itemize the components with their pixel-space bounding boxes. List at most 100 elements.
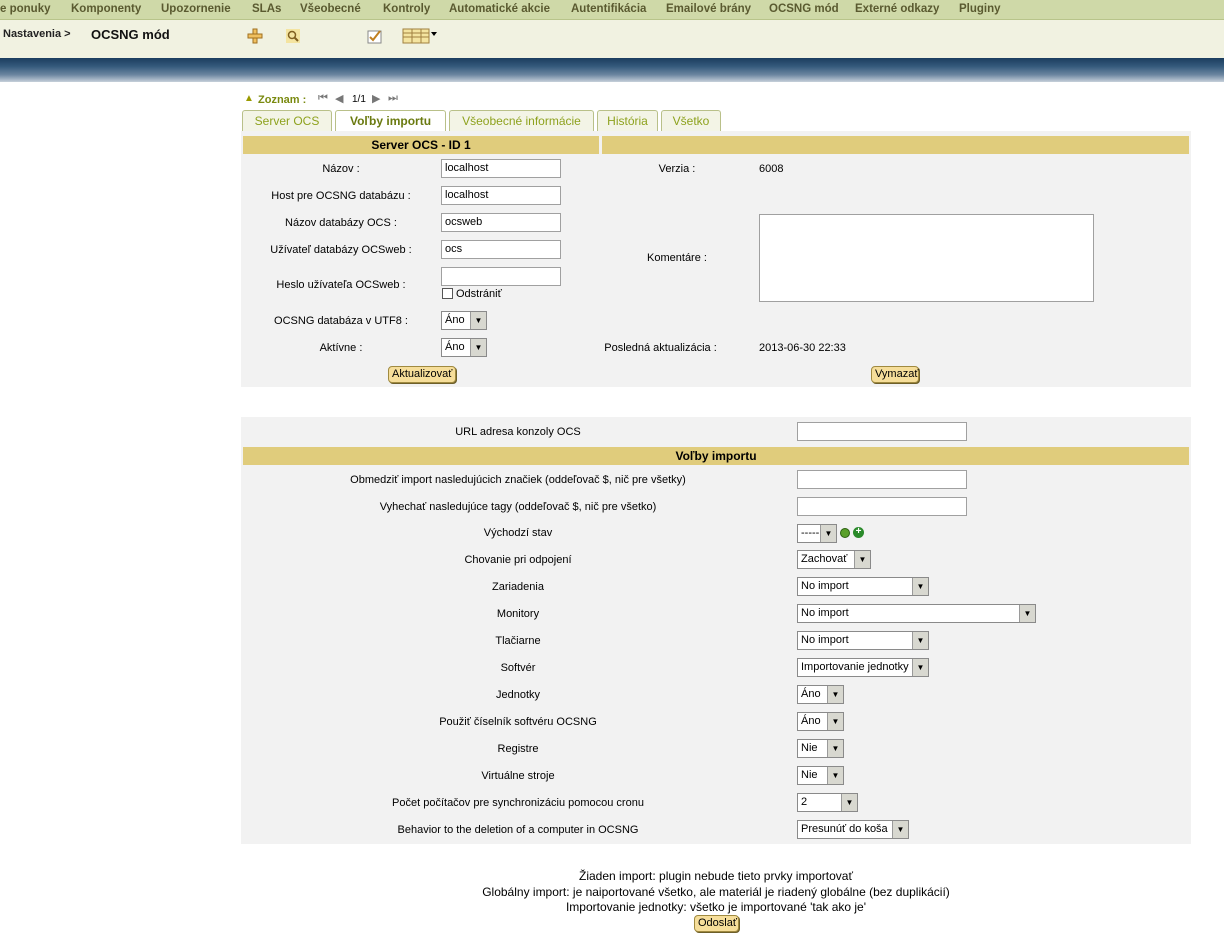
previous-page-icon[interactable]: ◀ — [335, 92, 343, 105]
menu-item-upozornenie[interactable]: Upozornenie — [161, 3, 231, 15]
display-columns-icon[interactable] — [402, 27, 438, 45]
tab-vseobecne-informacie[interactable]: Všeobecné informácie — [449, 110, 594, 131]
add-icon[interactable] — [246, 27, 264, 45]
registry-value: Nie — [801, 742, 818, 754]
menu-item-ocsng-mod[interactable]: OCSNG mód — [769, 3, 839, 15]
search-icon[interactable] — [284, 27, 302, 45]
disconnect-value: Zachovať — [801, 553, 848, 565]
deletion-select[interactable]: Presunúť do koša ▼ — [797, 820, 909, 839]
name-input[interactable]: localhost — [441, 159, 561, 178]
first-page-icon[interactable]: ⏮ — [318, 92, 328, 105]
server-header: Server OCS - ID 1 — [243, 136, 599, 154]
dbname-input[interactable]: ocsweb — [441, 213, 561, 232]
add-icon[interactable]: + — [853, 527, 864, 538]
dbuser-input[interactable]: ocs — [441, 240, 561, 259]
host-label: Host pre OCSNG databázu : — [271, 190, 411, 202]
cron-select[interactable]: 2 ▼ — [797, 793, 858, 812]
cron-label: Počet počítačov pre synchronizáciu pomoc… — [392, 797, 644, 809]
checklist-icon[interactable] — [366, 27, 384, 45]
password-input[interactable] — [441, 267, 561, 286]
menu-item-ponuky[interactable]: e ponuky — [0, 3, 50, 15]
dropdown-arrow-icon: ▼ — [827, 686, 843, 703]
menu-item-automaticke-akcie[interactable]: Automatické akcie — [449, 3, 550, 15]
last-update-value: 2013-06-30 22:33 — [759, 342, 846, 354]
submit-button[interactable]: Odoslať — [694, 915, 739, 932]
monitors-label: Monitory — [496, 608, 540, 620]
software-select[interactable]: Importovanie jednotky ▼ — [797, 658, 929, 677]
active-label: Aktívne : — [319, 342, 363, 354]
dropdown-arrow-icon: ▼ — [827, 740, 843, 757]
utf8-label: OCSNG databáza v UTF8 : — [274, 315, 408, 327]
breadcrumb[interactable]: Nastavenia > — [3, 28, 71, 40]
tags-limit-input[interactable] — [797, 470, 967, 489]
search-icon[interactable] — [840, 528, 850, 538]
version-label: Verzia : — [658, 163, 696, 175]
dropdown-arrow-icon: ▼ — [470, 339, 486, 356]
tab-volby-importu[interactable]: Voľby importu — [335, 110, 446, 131]
last-page-icon[interactable]: ⏭ — [388, 92, 398, 105]
devices-select[interactable]: No import ▼ — [797, 577, 929, 596]
dictionary-label: Použiť číselník softvéru OCSNG — [439, 716, 597, 728]
page-count: 1/1 — [352, 94, 366, 105]
menu-item-autentifikacia[interactable]: Autentifikácia — [571, 3, 646, 15]
menu-item-komponenty[interactable]: Komponenty — [71, 3, 141, 15]
up-arrow-icon[interactable]: ▲ — [244, 93, 254, 104]
registry-label: Registre — [497, 743, 539, 755]
name-label: Názov : — [322, 163, 360, 175]
printers-value: No import — [801, 634, 849, 646]
utf8-select[interactable]: Áno ▼ — [441, 311, 487, 330]
dictionary-select[interactable]: Áno ▼ — [797, 712, 844, 731]
monitors-value: No import — [801, 607, 849, 619]
software-label: Softvér — [500, 662, 536, 674]
tags-exclude-label: Vyhechať nasledujúce tagy (oddeľovač $, … — [379, 501, 657, 513]
dictionary-value: Áno — [801, 715, 821, 727]
printers-select[interactable]: No import ▼ — [797, 631, 929, 650]
default-state-label: Východzí stav — [483, 527, 553, 539]
active-select[interactable]: Áno ▼ — [441, 338, 487, 357]
devices-label: Zariadenia — [492, 581, 544, 593]
list-link[interactable]: Zoznam : — [258, 94, 306, 106]
menu-item-slas[interactable]: SLAs — [252, 3, 281, 15]
menu-item-pluginy[interactable]: Pluginy — [959, 3, 1001, 15]
last-update-label: Posledná aktualizácia : — [604, 342, 717, 354]
registry-select[interactable]: Nie ▼ — [797, 739, 844, 758]
tab-historia[interactable]: História — [597, 110, 658, 131]
volumes-label: Jednotky — [495, 689, 541, 701]
breadcrumb-bar: Nastavenia > OCSNG mód — [0, 20, 1224, 60]
dropdown-arrow-icon: ▼ — [912, 659, 928, 676]
dropdown-arrow-icon: ▼ — [841, 794, 857, 811]
url-input[interactable] — [797, 422, 967, 441]
vm-select[interactable]: Nie ▼ — [797, 766, 844, 785]
menu-item-emailove-brany[interactable]: Emailové brány — [666, 3, 751, 15]
menu-item-kontroly[interactable]: Kontroly — [383, 3, 430, 15]
monitors-select[interactable]: No import ▼ — [797, 604, 1036, 623]
menu-item-externe-odkazy[interactable]: Externé odkazy — [855, 3, 939, 15]
menu-item-vseobecne[interactable]: Všeobecné — [300, 3, 361, 15]
comments-textarea[interactable] — [759, 214, 1094, 302]
tab-server-ocs[interactable]: Server OCS — [242, 110, 332, 131]
software-value: Importovanie jednotky — [801, 661, 909, 673]
remove-password-checkbox[interactable] — [442, 288, 453, 299]
tab-vsetko[interactable]: Všetko — [661, 110, 721, 131]
next-page-icon[interactable]: ▶ — [372, 92, 380, 105]
dbname-label: Názov databázy OCS : — [285, 217, 397, 229]
default-state-select[interactable]: ----- ▼ — [797, 524, 837, 543]
dropdown-arrow-icon: ▼ — [827, 767, 843, 784]
vm-label: Virtuálne stroje — [481, 770, 555, 782]
note-no-import: Žiaden import: plugin nebude tieto prvky… — [579, 869, 853, 883]
dropdown-arrow-icon: ▼ — [827, 713, 843, 730]
host-input[interactable]: localhost — [441, 186, 561, 205]
tags-exclude-input[interactable] — [797, 497, 967, 516]
active-select-value: Áno — [445, 341, 465, 353]
dropdown-arrow-icon: ▼ — [820, 525, 836, 542]
delete-button[interactable]: Vymazať — [871, 366, 919, 383]
printers-label: Tlačiarne — [495, 635, 541, 647]
import-header: Voľby importu — [243, 447, 1189, 465]
server-header-right — [602, 136, 1189, 154]
disconnect-select[interactable]: Zachovať ▼ — [797, 550, 871, 569]
page-title: OCSNG mód — [91, 27, 170, 42]
vm-value: Nie — [801, 769, 818, 781]
dropdown-arrow-icon: ▼ — [912, 578, 928, 595]
volumes-select[interactable]: Áno ▼ — [797, 685, 844, 704]
update-button[interactable]: Aktualizovať — [388, 366, 456, 383]
